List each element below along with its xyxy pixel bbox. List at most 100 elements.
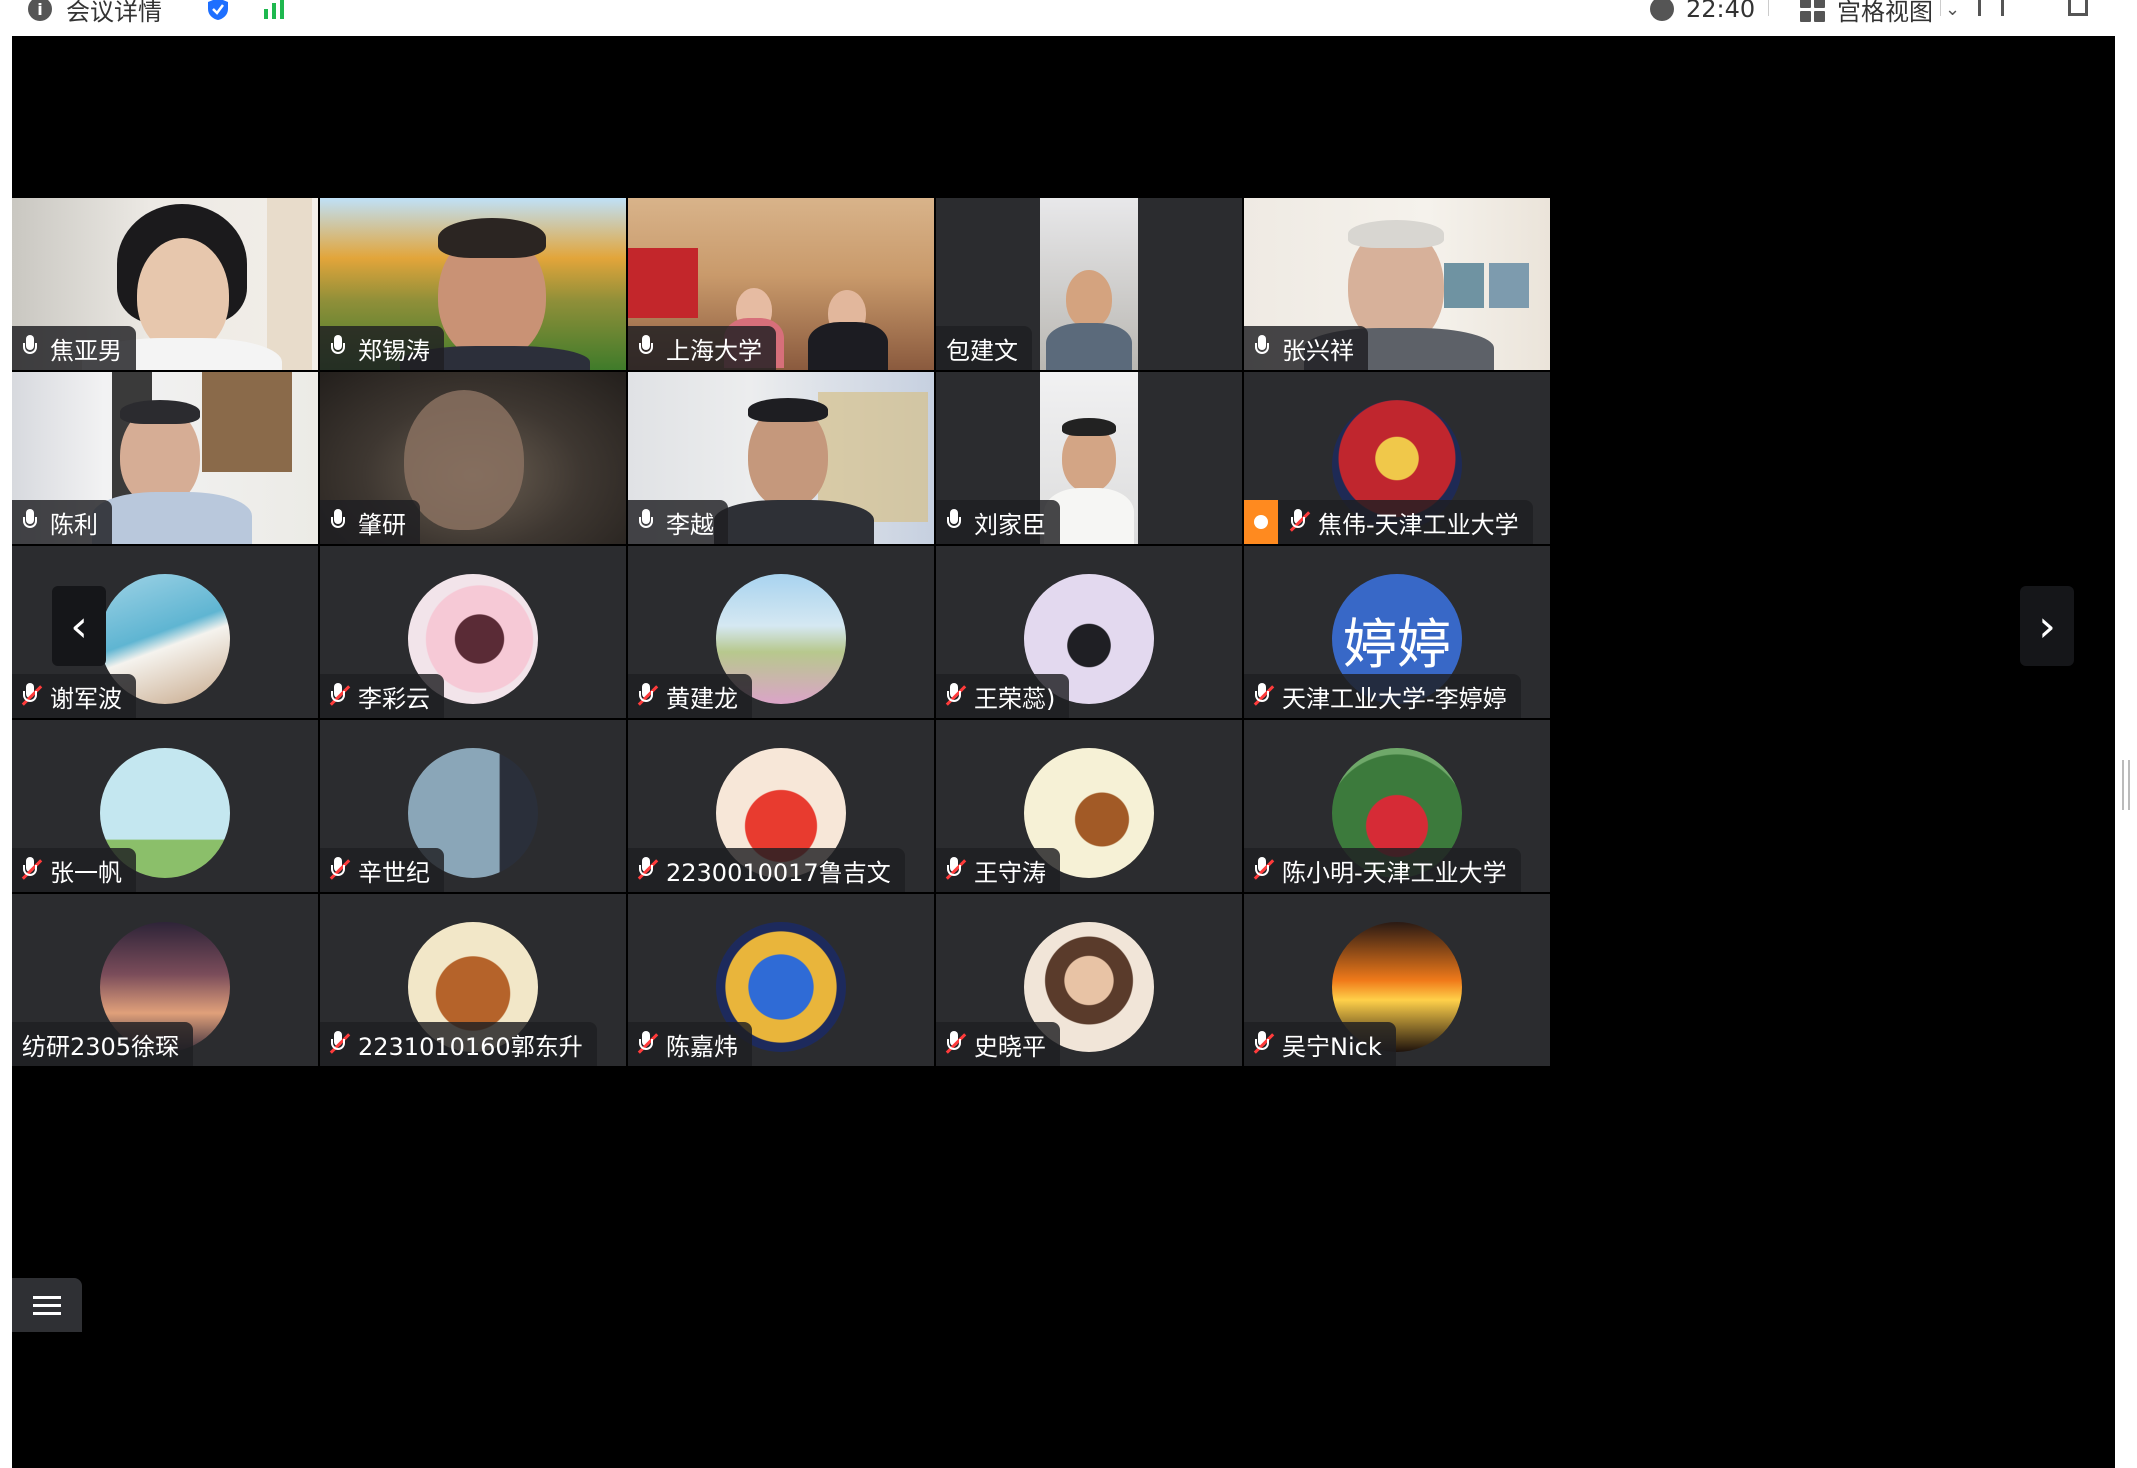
participant-name: 谢军波 [50,684,122,713]
participant-tile[interactable]: 史晓平 [936,894,1242,1066]
participant-tile[interactable]: 李越 [628,372,934,544]
list-icon [33,1295,61,1299]
participant-tile[interactable]: 王守涛 [936,720,1242,892]
mic-muted-icon [637,683,659,709]
participant-tile[interactable]: 陈小明-天津工业大学 [1244,720,1550,892]
participant-name-tag: 陈嘉炜 [628,1022,752,1066]
participant-name-tag: 上海大学 [628,326,776,370]
window-mode-icon[interactable] [2068,0,2088,16]
participant-name: 2231010160郭东升 [358,1032,583,1061]
participant-grid: 焦亚男 郑锡涛 上海大学 包建文 张兴祥 陈利 肇研 李越 刘家臣 焦伟-天津工… [12,198,2115,1378]
participant-name-tag: 焦伟-天津工业大学 [1244,500,1533,544]
mic-muted-icon [637,1031,659,1057]
security-shield-icon[interactable] [206,0,230,24]
participant-name-tag: 肇研 [320,500,420,544]
mic-muted-icon [945,683,967,709]
mic-muted-icon [945,857,967,883]
participant-name: 李彩云 [358,684,430,713]
participant-name: 陈小明-天津工业大学 [1282,858,1507,887]
prev-page-button[interactable]: ‹ [52,586,106,666]
participant-tile[interactable]: 婷婷 天津工业大学-李婷婷 [1244,546,1550,718]
info-icon: i [28,0,52,21]
participant-name: 李越 [666,510,714,539]
signal-strength-icon[interactable] [262,0,286,24]
clock-icon [1650,0,1674,21]
participant-tile[interactable]: 张兴祥 [1244,198,1550,370]
participant-name: 史晓平 [974,1032,1046,1061]
participant-list-button[interactable] [12,1278,82,1332]
participant-name-tag: 王守涛 [936,848,1060,892]
participant-name: 焦亚男 [50,336,122,365]
participant-tile[interactable]: 陈嘉炜 [628,894,934,1066]
participant-name: 焦伟-天津工业大学 [1318,510,1519,539]
participant-name: 王荣蕊) [974,684,1056,713]
host-icon [1244,500,1278,544]
participant-name: 黄建龙 [666,684,738,713]
participant-name-tag: 2231010160郭东升 [320,1022,597,1066]
mic-muted-icon [945,1031,967,1057]
divider [1768,0,1769,16]
participant-tile[interactable]: 上海大学 [628,198,934,370]
participant-tile[interactable]: 2231010160郭东升 [320,894,626,1066]
participant-tile[interactable]: 李彩云 [320,546,626,718]
mic-icon [330,335,346,361]
participant-name-tag: 张兴祥 [1244,326,1368,370]
participant-tile[interactable]: 陈利 [12,372,318,544]
participant-tile[interactable]: 郑锡涛 [320,198,626,370]
top-toolbar: i 会议详情 22:40 宫格视图 ⌄ [0,0,2137,36]
mic-icon [22,509,38,535]
participant-name: 刘家臣 [974,510,1046,539]
mic-icon [638,335,654,361]
participant-tile[interactable]: 包建文 [936,198,1242,370]
participant-tile[interactable]: 2230010017鲁吉文 [628,720,934,892]
participant-tile[interactable]: 吴宁Nick [1244,894,1550,1066]
mic-muted-icon [1253,1031,1275,1057]
fullscreen-icon[interactable] [1978,0,2004,16]
mic-icon [1254,335,1270,361]
participant-name-tag: 谢军波 [12,674,136,718]
participant-name-tag: 李越 [628,500,728,544]
next-page-button[interactable]: › [2020,586,2074,666]
meeting-info-label: 会议详情 [66,0,162,26]
window-resize-handle[interactable] [2122,760,2130,810]
participant-name: 纺研2305徐琛 [22,1032,180,1061]
mic-muted-icon [1289,509,1311,535]
participant-name: 2230010017鲁吉文 [666,858,891,887]
participant-name-tag: 刘家臣 [936,500,1060,544]
mic-muted-icon [329,1031,351,1057]
mic-icon [946,509,962,535]
participant-name-tag: 吴宁Nick [1244,1022,1396,1066]
participant-tile[interactable]: 张一帆 [12,720,318,892]
participant-name-tag: 史晓平 [936,1022,1060,1066]
participant-name: 张一帆 [50,858,122,887]
mic-muted-icon [1253,857,1275,883]
participant-name-tag: 天津工业大学-李婷婷 [1244,674,1521,718]
participant-name: 陈嘉炜 [666,1032,738,1061]
meeting-info-button[interactable]: i 会议详情 [28,0,162,26]
participant-name-tag: 2230010017鲁吉文 [628,848,905,892]
participant-tile[interactable]: 肇研 [320,372,626,544]
mic-icon [330,509,346,535]
chevron-left-icon: ‹ [70,600,88,652]
participant-tile[interactable]: 纺研2305徐琛 [12,894,318,1066]
chevron-right-icon: › [2038,600,2056,652]
participant-name: 郑锡涛 [358,336,430,365]
time-text: 22:40 [1686,0,1756,23]
view-mode-label: 宫格视图 [1837,0,1933,26]
participant-name: 吴宁Nick [1282,1032,1382,1061]
participant-tile[interactable]: 黄建龙 [628,546,934,718]
participant-tile[interactable]: 焦伟-天津工业大学 [1244,372,1550,544]
participant-tile[interactable]: 刘家臣 [936,372,1242,544]
participant-name: 陈利 [50,510,98,539]
participant-name-tag: 黄建龙 [628,674,752,718]
participant-name-tag: 张一帆 [12,848,136,892]
mic-icon [638,509,654,535]
view-mode-dropdown[interactable]: 宫格视图 ⌄ [1800,0,1961,26]
mic-muted-icon [21,857,43,883]
participant-name-tag: 王荣蕊) [936,674,1070,718]
chevron-down-icon: ⌄ [1945,0,1961,20]
participant-tile[interactable]: 辛世纪 [320,720,626,892]
participant-name-tag: 包建文 [936,326,1032,370]
participant-tile[interactable]: 焦亚男 [12,198,318,370]
participant-tile[interactable]: 王荣蕊) [936,546,1242,718]
